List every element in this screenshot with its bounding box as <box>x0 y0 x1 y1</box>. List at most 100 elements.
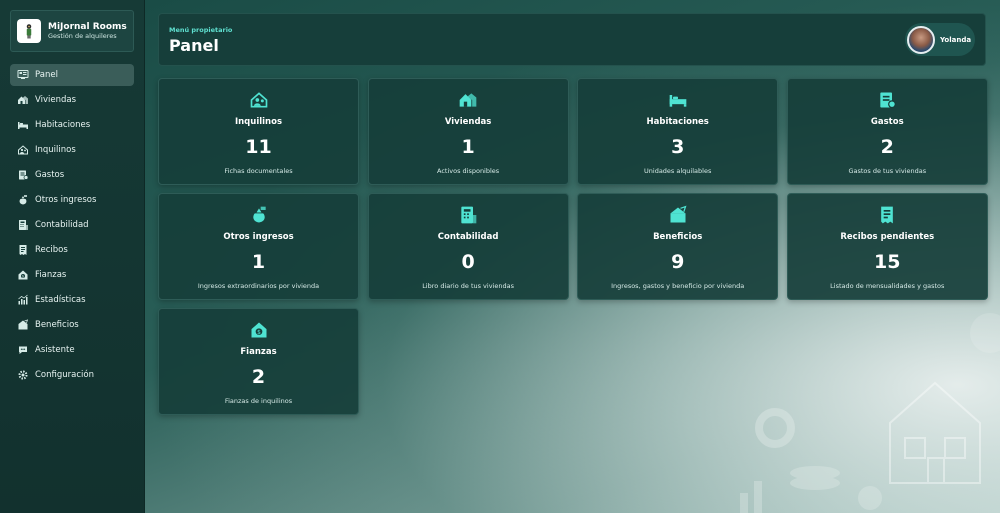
houses-icon <box>17 94 29 106</box>
deposits-icon: $ <box>249 320 269 340</box>
sidebar-item-dashboard[interactable]: Panel <box>10 64 134 86</box>
card-expenses[interactable]: Gastos 2 Gastos de tus viviendas <box>786 78 988 185</box>
sidebar-item-label: Contabilidad <box>35 220 89 230</box>
card-description: Fianzas de inquilinos <box>224 397 293 405</box>
card-value: 11 <box>245 136 272 158</box>
card-income[interactable]: Otros ingresos 1 Ingresos extraordinarios … <box>158 193 359 300</box>
sidebar-item-stats[interactable]: Estadísticas <box>10 289 134 311</box>
card-profits[interactable]: Beneficios 9 Ingresos, gastos y beneficio … <box>577 193 779 300</box>
svg-text:$: $ <box>22 274 24 278</box>
sidebar-item-bed[interactable]: Habitaciones <box>10 114 134 136</box>
sidebar-item-label: Configuración <box>35 370 94 380</box>
dashboard-icon <box>17 69 29 81</box>
sidebar-item-label: Panel <box>35 70 58 80</box>
card-title: Contabilidad <box>437 232 499 242</box>
card-description: Unidades alquilables <box>644 167 712 175</box>
receipts-icon <box>877 205 897 225</box>
card-description: Listado de mensualidades y gastos <box>830 282 945 290</box>
card-accounting[interactable]: Contabilidad 0 Libro diario de tus viviend… <box>367 193 569 300</box>
sidebar: MiJornal Rooms Gestión de alquileres Pan… <box>0 0 145 513</box>
sidebar-item-label: Inquilinos <box>35 145 76 155</box>
sidebar-item-label: Otros ingresos <box>35 195 97 205</box>
brand[interactable]: MiJornal Rooms Gestión de alquileres <box>10 10 134 52</box>
card-title: Habitaciones <box>646 117 709 127</box>
sidebar-item-label: Asistente <box>35 345 75 355</box>
card-value: 9 <box>671 251 685 273</box>
avatar[interactable] <box>907 25 935 54</box>
tenants-icon <box>17 144 29 156</box>
brand-subtitle: Gestión de alquileres <box>48 31 117 40</box>
card-deposits[interactable]: $ Fianzas 2 Fianzas de inquilinos <box>158 308 359 415</box>
tenants-icon <box>249 90 269 110</box>
card-title: Beneficios <box>653 232 703 242</box>
card-value: 0 <box>461 251 475 273</box>
card-description: Gastos de tus viviendas <box>848 167 927 175</box>
sidebar-item-settings[interactable]: Configuración <box>10 364 134 386</box>
bed-icon <box>668 90 688 110</box>
card-title: Inquilinos <box>234 117 283 127</box>
card-description: Libro diario de tus viviendas <box>422 282 514 290</box>
page-title: Panel <box>169 36 219 55</box>
card-tenants[interactable]: Inquilinos 11 Fichas documentales <box>158 78 359 185</box>
assistant-icon <box>17 344 29 356</box>
sidebar-item-assistant[interactable]: Asistente <box>10 339 134 361</box>
svg-text:$: $ <box>257 330 261 336</box>
card-value: 1 <box>251 251 266 273</box>
card-title: Gastos <box>870 117 904 127</box>
sidebar-item-label: Estadísticas <box>35 295 86 305</box>
sidebar-item-label: Gastos <box>35 170 65 180</box>
user-name: Yolanda <box>940 35 972 44</box>
card-value: 15 <box>874 251 901 273</box>
income-icon <box>17 194 29 206</box>
sidebar-item-label: Beneficios <box>35 320 79 330</box>
card-title: Recibos pendientes <box>840 232 935 242</box>
sidebar-item-label: Viviendas <box>35 95 77 105</box>
accounting-icon <box>17 219 29 231</box>
sidebar-item-label: Fianzas <box>35 270 67 280</box>
brand-logo-icon <box>17 19 41 43</box>
main-content: Menú propietario Panel Yolanda Inquilino… <box>145 0 1000 513</box>
stats-icon <box>17 294 29 306</box>
card-value: 3 <box>671 136 685 158</box>
sidebar-item-accounting[interactable]: Contabilidad <box>10 214 134 236</box>
sidebar-nav: Panel Viviendas Habitaciones Inquilinos Gast… <box>10 64 134 386</box>
sidebar-item-profits[interactable]: Beneficios <box>10 314 134 336</box>
card-description: Activos disponibles <box>436 167 500 175</box>
sidebar-item-expenses[interactable]: Gastos <box>10 164 134 186</box>
card-value: 2 <box>880 136 894 158</box>
sidebar-item-deposits[interactable]: $ Fianzas <box>10 264 134 286</box>
accounting-icon <box>458 205 478 225</box>
deposits-icon: $ <box>17 269 29 281</box>
card-title: Viviendas <box>444 117 492 127</box>
sidebar-item-label: Recibos <box>35 245 68 255</box>
card-title: Otros ingresos <box>223 232 294 242</box>
card-description: Ingresos, gastos y beneficio por viviend… <box>611 282 745 290</box>
houses-icon <box>458 90 478 110</box>
expenses-icon <box>17 169 29 181</box>
profits-icon <box>17 319 29 331</box>
card-receipts[interactable]: Recibos pendientes 15 Listado de mensualid… <box>786 193 988 300</box>
sidebar-item-income[interactable]: Otros ingresos <box>10 189 134 211</box>
settings-icon <box>17 369 29 381</box>
page-header: Menú propietario Panel Yolanda <box>158 13 986 66</box>
sidebar-item-receipts[interactable]: Recibos <box>10 239 134 261</box>
receipts-icon <box>17 244 29 256</box>
user-menu[interactable]: Yolanda <box>905 23 975 56</box>
income-icon <box>249 205 269 225</box>
card-value: 2 <box>251 366 266 388</box>
card-title: Fianzas <box>240 347 277 357</box>
card-value: 1 <box>461 136 475 158</box>
card-description: Ingresos extraordinarios por vivienda <box>197 282 320 290</box>
brand-name: MiJornal Rooms <box>48 21 127 32</box>
profits-icon <box>668 205 688 225</box>
sidebar-item-houses[interactable]: Viviendas <box>10 89 134 111</box>
card-description: Fichas documentales <box>224 167 293 175</box>
header-kicker: Menú propietario <box>169 26 233 34</box>
sidebar-item-label: Habitaciones <box>35 120 91 130</box>
card-bed[interactable]: Habitaciones 3 Unidades alquilables <box>577 78 779 185</box>
sidebar-item-tenants[interactable]: Inquilinos <box>10 139 134 161</box>
dashboard-cards: Inquilinos 11 Fichas documentales Viviendas… <box>158 78 988 415</box>
card-houses[interactable]: Viviendas 1 Activos disponibles <box>367 78 569 185</box>
expenses-icon <box>877 90 897 110</box>
bed-icon <box>17 119 29 131</box>
